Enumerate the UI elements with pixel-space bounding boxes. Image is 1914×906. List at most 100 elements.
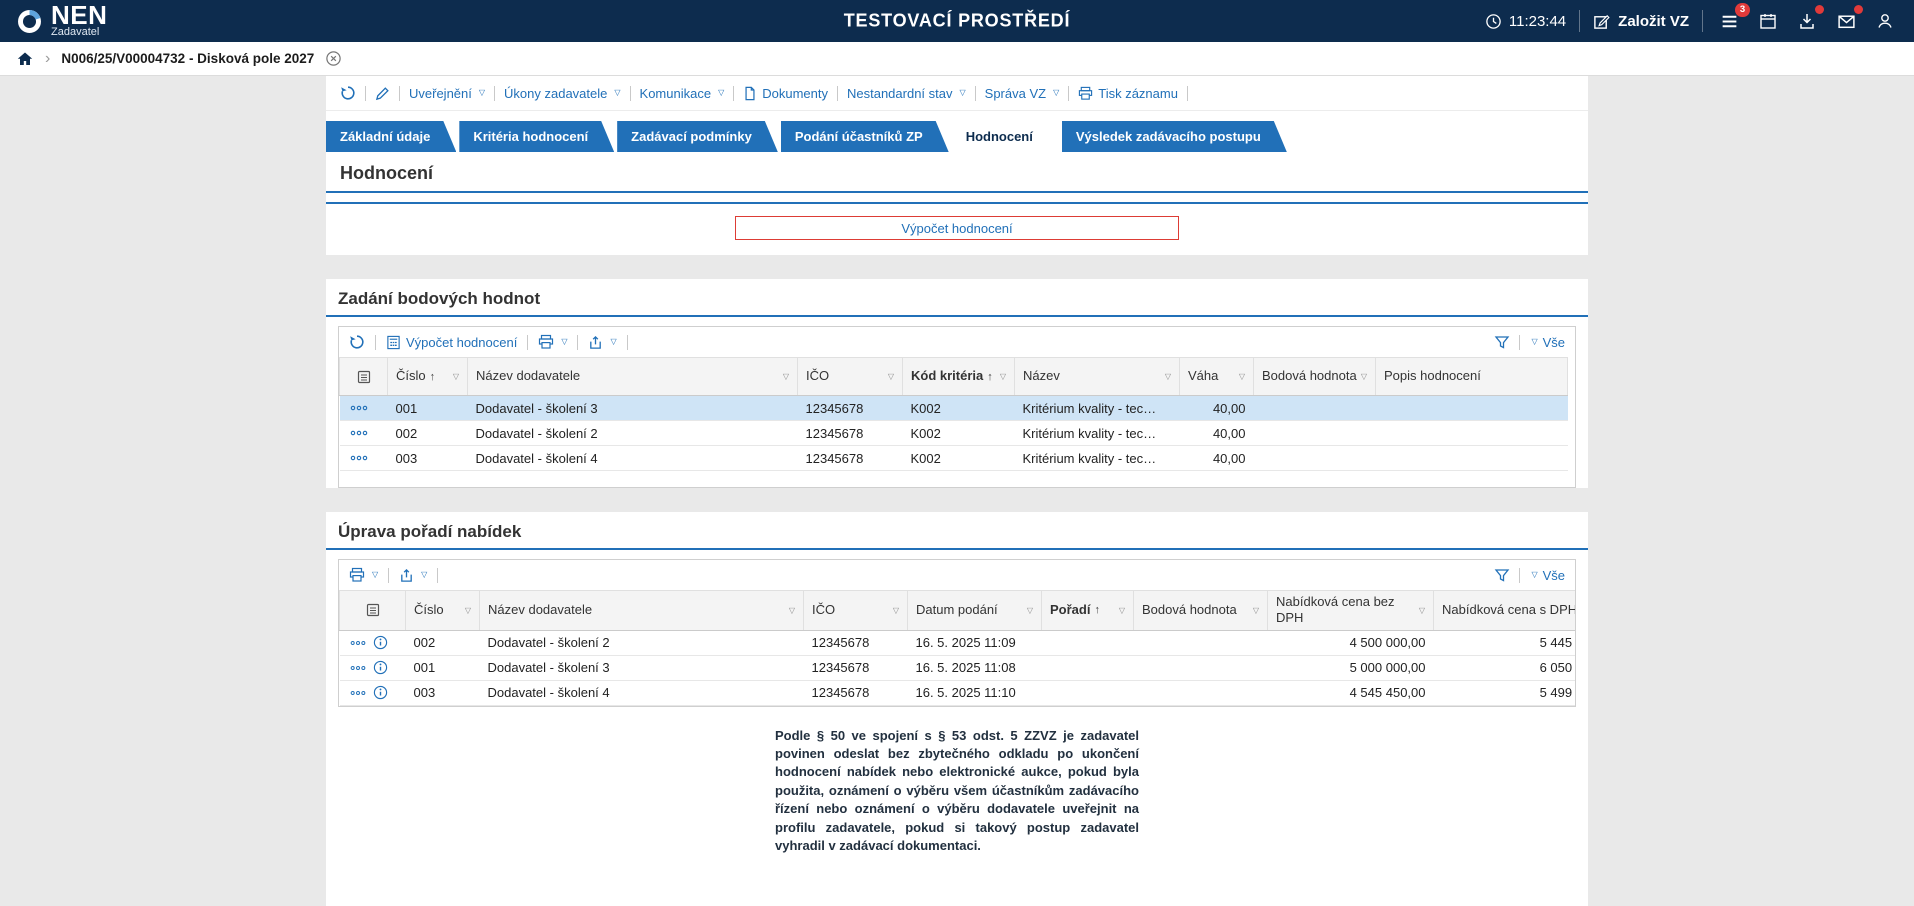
table-row[interactable]: 001 Dodavatel - školení 3 12345678 K002 … [340,396,1568,421]
divider [365,86,366,101]
toolbar-nestandardni-stav[interactable]: Nestandardní stav▽ [847,86,966,101]
divider [437,568,438,583]
table-row[interactable]: 003 Dodavatel - školení 4 12345678 K002 … [340,446,1568,471]
column-vaha[interactable]: Váha▽ [1180,358,1254,396]
column-filter-icon[interactable]: ▽ [1253,606,1259,615]
home-icon[interactable] [16,50,34,68]
row-menu-icon[interactable] [350,690,366,696]
chevron-down-icon: ▽ [372,571,378,579]
column-row-selector[interactable] [340,591,406,631]
column-bodova-hodnota[interactable]: Bodová hodnota▽ [1254,358,1376,396]
toolbar-uverejneni[interactable]: Uveřejnění▽ [409,86,485,101]
tab-hodnoceni[interactable]: Hodnocení [952,121,1059,152]
grid-vypocet-hodnoceni-link[interactable]: Výpočet hodnocení [386,335,517,350]
toolbar-dokumenty[interactable]: Dokumenty [743,86,828,101]
table-row[interactable]: 001 Dodavatel - školení 3 12345678 16. 5… [340,655,1577,680]
column-nazev-dodavatele[interactable]: Název dodavatele▽ [480,591,804,631]
row-menu-icon[interactable] [350,430,368,436]
toolbar-ukony-zadavatele[interactable]: Úkony zadavatele▽ [504,86,621,101]
column-nazev[interactable]: Název▽ [1015,358,1180,396]
cell-vaha: 40,00 [1180,421,1254,446]
row-menu-icon[interactable] [350,455,368,461]
column-filter-icon[interactable]: ▽ [453,372,459,381]
section-title-points: Zadání bodových hodnot [326,279,1588,315]
cell-dodavatel: Dodavatel - školení 2 [468,421,798,446]
table-row[interactable]: 003 Dodavatel - školení 4 12345678 16. 5… [340,680,1577,705]
filter-button[interactable] [1494,334,1510,350]
column-filter-icon[interactable]: ▽ [783,372,789,381]
cell-dodavatel: Dodavatel - školení 3 [480,655,804,680]
tab-zakladni-udaje[interactable]: Základní údaje [326,121,456,152]
column-cena-bez-dph[interactable]: Nabídková cena bez DPH▽ [1268,591,1434,631]
table-row[interactable]: 002 Dodavatel - školení 2 12345678 16. 5… [340,630,1577,655]
print-button[interactable]: ▽ [349,567,378,583]
messages-button[interactable] [1833,8,1859,34]
column-ico[interactable]: IČO▽ [798,358,903,396]
info-icon[interactable] [373,635,388,650]
column-filter-icon[interactable]: ▽ [888,372,894,381]
nen-logo[interactable]: NEN Zadavatel [16,4,107,38]
points-grid-toolbar: Výpočet hodnocení ▽ ▽ [339,327,1575,357]
column-cislo[interactable]: Číslo↑▽ [388,358,468,396]
vypocet-hodnoceni-button[interactable]: Výpočet hodnocení [735,216,1179,240]
order-panel: Úprava pořadí nabídek ▽ ▽ [326,512,1588,906]
breadcrumb-record[interactable]: N006/25/V00004732 - Disková pole 2027 [61,51,314,66]
print-button[interactable]: ▽ [538,334,567,350]
column-ico[interactable]: IČO▽ [804,591,908,631]
filter-all-dropdown[interactable]: ▽ Vše [1529,568,1565,583]
notification-dot [1854,5,1863,14]
toolbar-komunikace[interactable]: Komunikace▽ [640,86,725,101]
column-filter-icon[interactable]: ▽ [1027,606,1033,615]
chevron-down-icon: ▽ [614,89,620,97]
column-filter-icon[interactable]: ▽ [1419,606,1425,615]
profile-button[interactable] [1872,8,1898,34]
column-poradi[interactable]: Pořadí↑▽ [1042,591,1134,631]
column-cena-s-dph[interactable]: Nabídková cena s DPH▽ [1434,591,1577,631]
downloads-button[interactable] [1794,8,1820,34]
column-kod-kriteria[interactable]: Kód kritéria↑▽ [903,358,1015,396]
create-vz-button[interactable]: Založit VZ [1593,13,1689,30]
divider [326,315,1588,317]
filter-all-dropdown[interactable]: ▽ Vše [1529,335,1565,350]
column-filter-icon[interactable]: ▽ [789,606,795,615]
export-button[interactable]: ▽ [588,335,616,350]
column-filter-icon[interactable]: ▽ [1239,372,1245,381]
column-nazev-dodavatele[interactable]: Název dodavatele▽ [468,358,798,396]
tab-zadavaci-podminky[interactable]: Zadávací podmínky [617,121,778,152]
close-record-icon[interactable] [325,50,342,67]
column-bodova-hodnota[interactable]: Bodová hodnota▽ [1134,591,1268,631]
chevron-down-icon: ▽ [479,89,485,97]
column-filter-icon[interactable]: ▽ [1165,372,1171,381]
column-filter-icon[interactable]: ▽ [1119,606,1125,615]
column-datum-podani[interactable]: Datum podání▽ [908,591,1042,631]
export-button[interactable]: ▽ [399,568,427,583]
tab-podani-ucastniku-zp[interactable]: Podání účastníků ZP [781,121,949,152]
column-filter-icon[interactable]: ▽ [1361,372,1367,381]
page-title: Hodnocení [326,152,1588,191]
column-cislo[interactable]: Číslo▽ [406,591,480,631]
table-row[interactable]: 002 Dodavatel - školení 2 12345678 K002 … [340,421,1568,446]
info-icon[interactable] [373,660,388,675]
sort-asc-icon: ↑ [1094,604,1100,616]
history-button[interactable] [340,85,356,101]
column-row-selector[interactable] [340,358,388,396]
edit-button[interactable] [375,86,390,101]
refresh-button[interactable] [349,334,365,350]
cell-kod: K002 [903,396,1015,421]
menu-button[interactable]: 3 [1716,8,1742,34]
cell-bodova [1134,655,1268,680]
row-menu-icon[interactable] [350,665,366,671]
column-popis-hodnoceni[interactable]: Popis hodnocení [1376,358,1568,396]
info-icon[interactable] [373,685,388,700]
toolbar-tisk-zaznamu[interactable]: Tisk záznamu [1078,86,1178,101]
tab-vysledek-zadavaciho-postupu[interactable]: Výsledek zadávacího postupu [1062,121,1287,152]
row-menu-icon[interactable] [350,640,366,646]
column-filter-icon[interactable]: ▽ [465,606,471,615]
tab-kriteria-hodnoceni[interactable]: Kritéria hodnocení [459,121,614,152]
calendar-button[interactable] [1755,8,1781,34]
column-filter-icon[interactable]: ▽ [1000,372,1006,381]
toolbar-sprava-vz[interactable]: Správa VZ▽ [985,86,1060,101]
column-filter-icon[interactable]: ▽ [893,606,899,615]
filter-button[interactable] [1494,567,1510,583]
row-menu-icon[interactable] [350,405,368,411]
